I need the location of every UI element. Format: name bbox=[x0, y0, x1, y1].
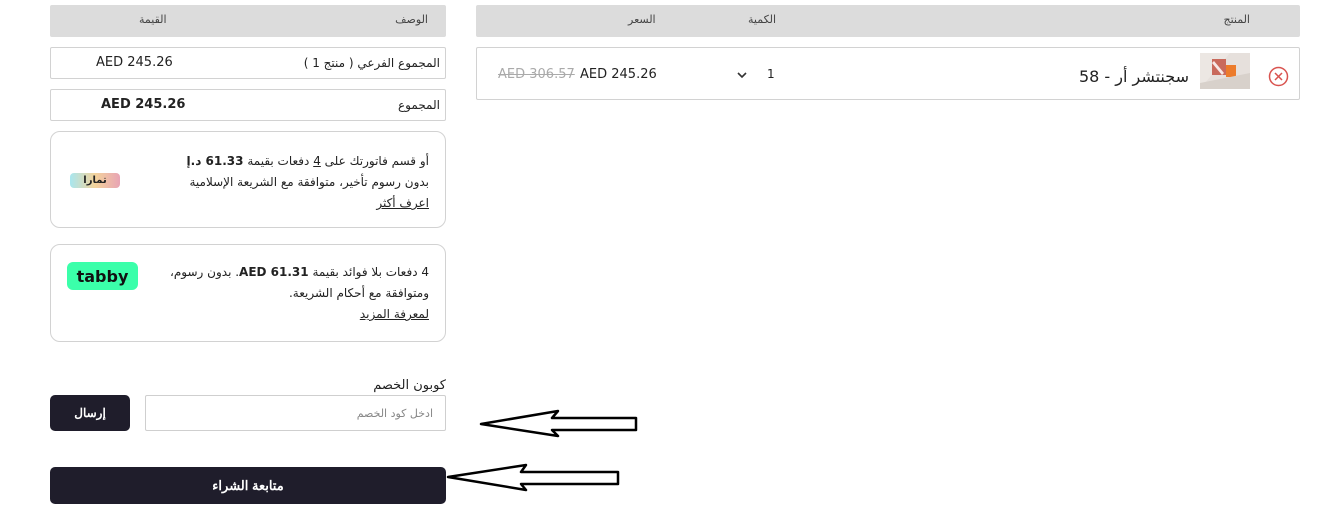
total-label: المجموع bbox=[398, 98, 440, 112]
chevron-down-icon bbox=[736, 69, 748, 83]
coupon-input[interactable] bbox=[145, 395, 446, 431]
tabby-learn-more-link[interactable]: لمعرفة المزيد bbox=[360, 307, 429, 321]
tamara-learn-more-link[interactable]: اعرف أكثر bbox=[376, 196, 429, 210]
coupon-submit-button[interactable]: إرسال bbox=[50, 395, 130, 431]
subtotal-label: المجموع الفرعي ( منتج 1 ) bbox=[303, 56, 440, 70]
item-price: AED 245.26 bbox=[580, 67, 657, 82]
product-column-header: المنتج bbox=[1223, 13, 1250, 26]
tamara-text: أو قسم فاتورتك على 4 دفعات بقيمة 61.33 د… bbox=[139, 151, 429, 214]
tamara-logo: تمارا bbox=[70, 173, 120, 188]
tamara-line1-mid: دفعات بقيمة bbox=[247, 154, 310, 168]
tamara-amount: 61.33 د.إ bbox=[186, 154, 244, 168]
description-column-header: الوصف bbox=[395, 13, 428, 26]
tabby-amount: AED 61.31 bbox=[239, 265, 309, 279]
price-column-header: السعر bbox=[628, 13, 656, 26]
quantity-select[interactable]: 1 bbox=[732, 66, 792, 84]
tabby-logo: tabby bbox=[67, 262, 138, 290]
cart-table-header: المنتج الكمية السعر bbox=[476, 5, 1300, 37]
subtotal-value: AED 245.26 bbox=[96, 55, 173, 70]
coupon-label: كوبون الخصم bbox=[373, 378, 446, 393]
quantity-value: 1 bbox=[767, 67, 775, 81]
item-old-price: AED 306.57 bbox=[498, 67, 575, 82]
value-column-header: القيمة bbox=[139, 13, 167, 26]
total-row: المجموع AED 245.26 bbox=[50, 89, 446, 121]
tabby-prefix: 4 دفعات بلا فوائد بقيمة bbox=[312, 265, 429, 279]
subtotal-row: المجموع الفرعي ( منتج 1 ) AED 245.26 bbox=[50, 47, 446, 79]
summary-header: الوصف القيمة bbox=[50, 5, 446, 37]
tabby-logo-text: tabby bbox=[76, 266, 129, 286]
arrow-annotation-checkout bbox=[446, 463, 620, 492]
arrow-annotation-coupon bbox=[479, 409, 638, 438]
product-name[interactable]: سجنتشر أر - 58 bbox=[1079, 67, 1189, 86]
tabby-text: 4 دفعات بلا فوائد بقيمة AED 61.31. بدون … bbox=[169, 262, 429, 325]
tamara-installments-box: أو قسم فاتورتك على 4 دفعات بقيمة 61.33 د… bbox=[50, 131, 446, 228]
quantity-column-header: الكمية bbox=[748, 13, 777, 26]
total-value: AED 245.26 bbox=[101, 97, 186, 112]
tamara-line1-prefix: أو قسم فاتورتك على bbox=[324, 154, 429, 168]
tamara-installments: 4 bbox=[313, 154, 321, 168]
tamara-line2: بدون رسوم تأخير، متوافقة مع الشريعة الإس… bbox=[189, 175, 429, 189]
checkout-button[interactable]: متابعة الشراء bbox=[50, 467, 446, 504]
tamara-logo-text: تمارا bbox=[83, 175, 107, 186]
cart-item-row: سجنتشر أر - 58 1 AED 245.26 AED 306.57 bbox=[476, 47, 1300, 100]
product-thumbnail[interactable] bbox=[1200, 53, 1250, 89]
tabby-installments-box: 4 دفعات بلا فوائد بقيمة AED 61.31. بدون … bbox=[50, 244, 446, 342]
remove-item-icon[interactable] bbox=[1268, 66, 1289, 87]
